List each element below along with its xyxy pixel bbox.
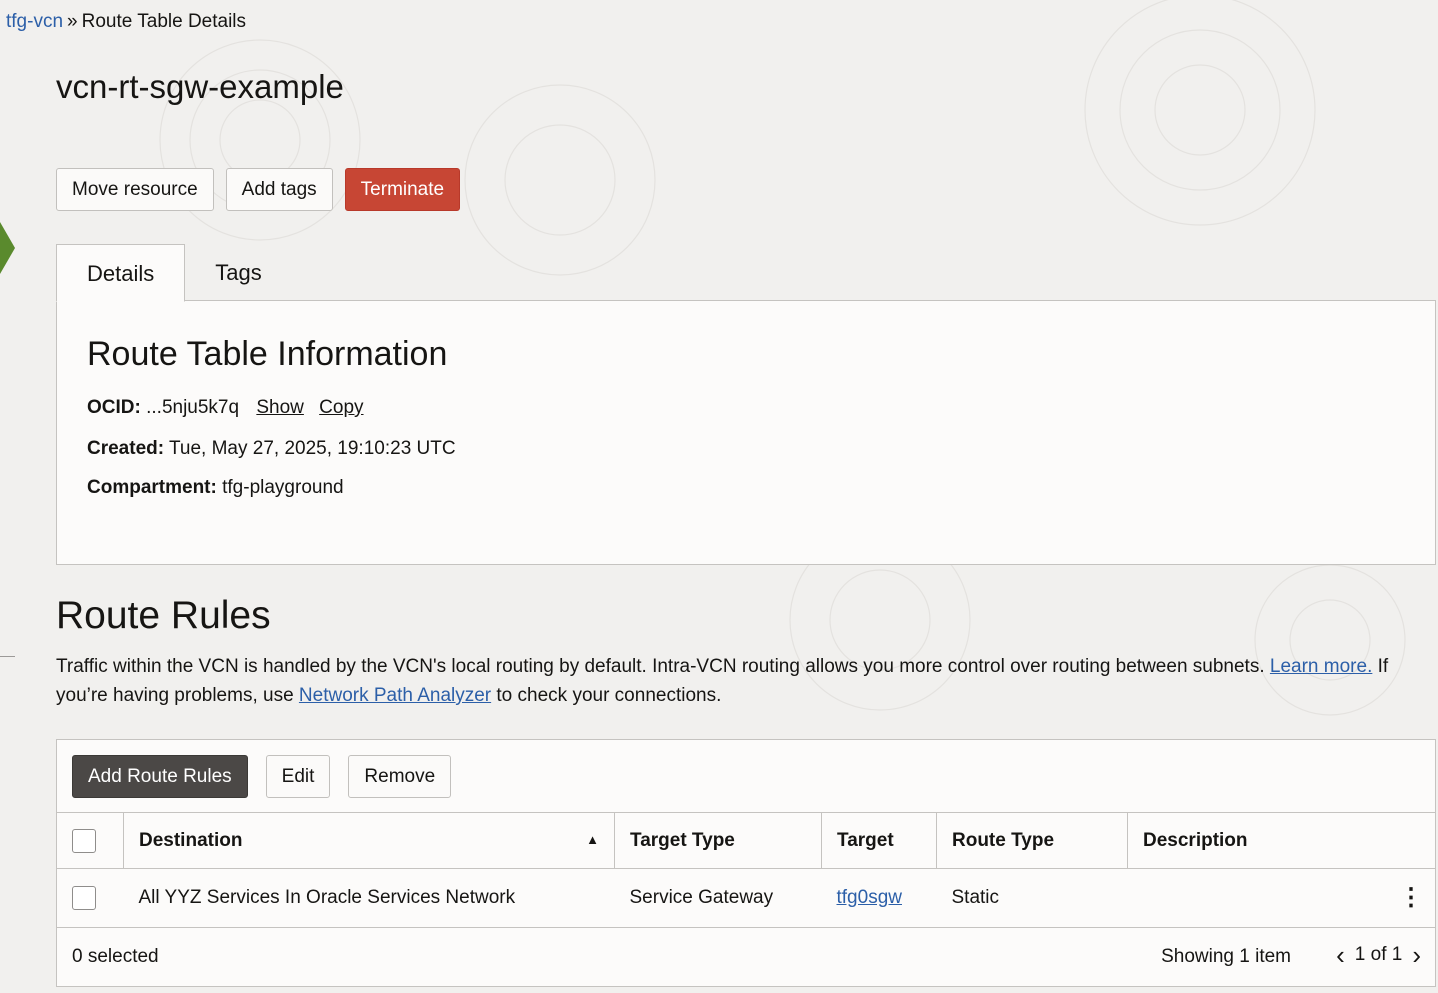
breadcrumb-link-vcn[interactable]: tfg-vcn xyxy=(6,11,63,32)
move-resource-button[interactable]: Move resource xyxy=(56,168,214,211)
column-target-type: Target Type xyxy=(614,812,822,869)
table-header-row: Destination ▲ Target Type Target Route T… xyxy=(57,812,1435,869)
chevron-left-icon[interactable]: ‹ xyxy=(1336,940,1345,970)
learn-more-link[interactable]: Learn more. xyxy=(1270,656,1372,677)
sort-ascending-icon[interactable]: ▲ xyxy=(586,832,599,847)
page-indicator: 1 of 1 xyxy=(1354,944,1403,965)
created-label: Created: xyxy=(87,438,165,459)
cell-destination: All YYZ Services In Oracle Services Netw… xyxy=(123,868,615,928)
ocid-copy-link[interactable]: Copy xyxy=(319,397,363,418)
column-destination-label: Destination xyxy=(139,829,243,851)
route-rules-table-panel: Add Route Rules Edit Remove Destination … xyxy=(56,739,1436,987)
compartment-value: tfg-playground xyxy=(222,477,344,498)
table-row: All YYZ Services In Oracle Services Netw… xyxy=(57,868,1435,928)
route-rules-description: Traffic within the VCN is handled by the… xyxy=(56,652,1421,710)
cell-target-type: Service Gateway xyxy=(614,868,822,928)
kebab-menu-icon[interactable]: ⋮ xyxy=(1399,884,1423,911)
ocid-value: ...5nju5k7q xyxy=(146,397,240,418)
select-all-cell xyxy=(57,812,124,869)
compartment-row: Compartment: tfg-playground xyxy=(87,477,344,499)
route-rules-title: Route Rules xyxy=(56,594,271,637)
ocid-show-link[interactable]: Show xyxy=(256,397,304,418)
breadcrumb-separator: » xyxy=(67,11,78,32)
column-target: Target xyxy=(821,812,937,869)
add-route-rules-button[interactable]: Add Route Rules xyxy=(72,755,248,798)
selected-count: 0 selected xyxy=(72,946,159,967)
chevron-right-icon[interactable]: › xyxy=(1412,940,1421,970)
side-panel-arrow xyxy=(0,222,15,274)
breadcrumb: tfg-vcn» Route Table Details xyxy=(6,11,246,33)
tab-details[interactable]: Details xyxy=(56,244,186,302)
pagination: ‹ 1 of 1 › xyxy=(1336,940,1421,970)
terminate-button[interactable]: Terminate xyxy=(344,168,461,211)
row-select-cell xyxy=(57,868,124,928)
page-title: vcn-rt-sgw-example xyxy=(56,68,344,105)
table-toolbar: Add Route Rules Edit Remove xyxy=(72,755,452,798)
tab-bar: Details Tags xyxy=(56,244,292,302)
breadcrumb-current: Route Table Details xyxy=(81,11,247,32)
remove-button[interactable]: Remove xyxy=(348,755,452,798)
row-checkbox[interactable] xyxy=(72,886,96,910)
created-row: Created: Tue, May 27, 2025, 19:10:23 UTC xyxy=(87,438,456,460)
edit-button[interactable]: Edit xyxy=(265,755,331,798)
add-tags-button[interactable]: Add tags xyxy=(225,168,333,211)
table-footer: 0 selected Showing 1 item ‹ 1 of 1 › xyxy=(57,930,1435,986)
ocid-row: OCID: ...5nju5k7q Show Copy xyxy=(87,397,364,419)
column-destination[interactable]: Destination ▲ xyxy=(123,812,615,869)
route-rules-table: Destination ▲ Target Type Target Route T… xyxy=(57,812,1435,928)
target-link[interactable]: tfg0sgw xyxy=(837,887,902,908)
showing-count: Showing 1 item xyxy=(1161,946,1291,967)
column-description: Description xyxy=(1127,812,1435,869)
info-title: Route Table Information xyxy=(87,335,448,373)
cell-target: tfg0sgw xyxy=(821,868,937,928)
select-all-checkbox[interactable] xyxy=(72,828,96,853)
tab-tags[interactable]: Tags xyxy=(185,244,291,302)
network-path-analyzer-link[interactable]: Network Path Analyzer xyxy=(299,685,491,706)
compartment-label: Compartment: xyxy=(87,477,217,498)
side-divider xyxy=(0,656,15,657)
created-value: Tue, May 27, 2025, 19:10:23 UTC xyxy=(169,438,456,459)
ocid-label: OCID: xyxy=(87,397,141,418)
route-table-info-panel: Route Table Information OCID: ...5nju5k7… xyxy=(56,300,1436,565)
column-route-type: Route Type xyxy=(936,812,1128,869)
desc-text-1: Traffic within the VCN is handled by the… xyxy=(56,656,1265,677)
action-buttons: Move resource Add tags Terminate xyxy=(56,168,461,211)
desc-text-3: to check your connections. xyxy=(496,685,722,706)
cell-description: ⋮ xyxy=(1127,868,1435,928)
cell-route-type: Static xyxy=(936,868,1128,928)
